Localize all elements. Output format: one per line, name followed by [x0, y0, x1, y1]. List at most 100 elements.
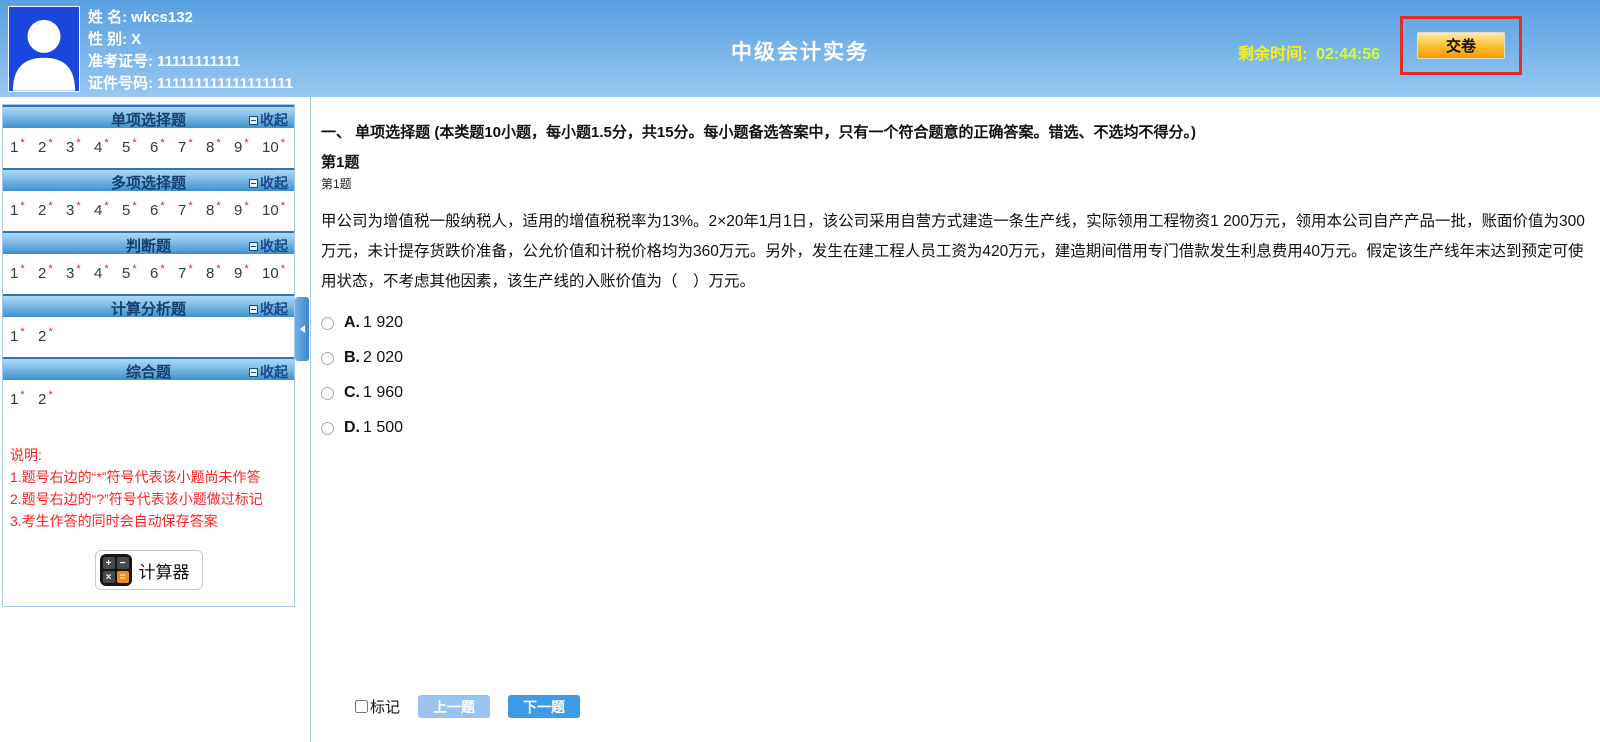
- next-question-button[interactable]: 下一题: [508, 695, 581, 718]
- collapse-link[interactable]: 收起: [249, 236, 288, 256]
- question-link[interactable]: 1 *: [10, 137, 38, 156]
- question-link[interactable]: 7 *: [178, 200, 206, 219]
- option-radio[interactable]: [321, 351, 334, 365]
- unanswered-star: *: [132, 200, 137, 212]
- question-link[interactable]: 5 *: [122, 263, 150, 282]
- question-link[interactable]: 4 *: [94, 263, 122, 282]
- calculator-row: + − × = 计算器: [3, 550, 294, 590]
- unanswered-star: *: [20, 200, 25, 212]
- unanswered-star: *: [48, 389, 53, 401]
- question-link[interactable]: 1 *: [10, 326, 38, 345]
- unanswered-star: *: [76, 137, 81, 149]
- section-question-list: 1 * 2 * 3 * 4 * 5 * 6 * 7 * 8 * 9 * 10 *: [3, 254, 294, 292]
- user-name-label: 姓 名:: [88, 9, 128, 26]
- question-link[interactable]: 8 *: [206, 137, 234, 156]
- question-link[interactable]: 9 *: [234, 200, 262, 219]
- question-link[interactable]: 8 *: [206, 200, 234, 219]
- remaining-time: 剩余时间: 02:44:56: [1238, 40, 1380, 64]
- sidebar-collapse-handle[interactable]: [295, 297, 309, 361]
- mark-question-control[interactable]: 标记: [355, 696, 400, 717]
- calculator-icon: + − × =: [99, 554, 132, 586]
- answer-option-C[interactable]: C. 1 960: [321, 384, 1592, 402]
- unanswered-star: *: [132, 263, 137, 275]
- question-link[interactable]: 6 *: [150, 137, 178, 156]
- collapse-box-icon: [249, 367, 258, 377]
- question-link[interactable]: 1 *: [10, 200, 38, 219]
- question-link[interactable]: 5 *: [122, 137, 150, 156]
- question-link[interactable]: 3 *: [66, 200, 94, 219]
- mark-label: 标记: [370, 699, 401, 716]
- question-link[interactable]: 6 *: [150, 263, 178, 282]
- person-silhouette-icon: [12, 19, 76, 91]
- question-link[interactable]: 10 *: [262, 263, 290, 282]
- unanswered-star: *: [244, 263, 249, 275]
- collapse-label: 收起: [260, 112, 288, 128]
- collapse-box-icon: [249, 178, 258, 188]
- collapse-link[interactable]: 收起: [249, 110, 288, 130]
- option-letter: C.: [344, 384, 360, 401]
- option-text: 1 500: [363, 419, 404, 436]
- collapse-box-icon: [249, 304, 258, 314]
- question-link[interactable]: 2 *: [38, 389, 66, 408]
- section-heading: 一、 单项选择题 (本类题10小题，每小题1.5分，共15分。每小题备选答案中，…: [321, 124, 1197, 141]
- question-link[interactable]: 2 *: [38, 137, 66, 156]
- unanswered-star: *: [20, 326, 25, 338]
- section-header-4: 计算分析题 收起: [3, 294, 294, 319]
- question-link[interactable]: 9 *: [234, 137, 262, 156]
- user-gender-row: 性 别: X: [88, 29, 297, 51]
- mark-checkbox[interactable]: [355, 700, 368, 713]
- submit-paper-button[interactable]: 交卷: [1417, 32, 1505, 59]
- question-link[interactable]: 3 *: [66, 263, 94, 282]
- unanswered-star: *: [216, 200, 221, 212]
- question-link[interactable]: 1 *: [10, 263, 38, 282]
- content-layout: 单项选择题 收起 1 * 2 * 3 * 4 * 5 * 6 * 7 * 8 * 9 * 10 * 多项选择题 收起 1 * 2 * 3…: [0, 97, 1600, 742]
- unanswered-star: *: [188, 137, 193, 149]
- answer-option-D[interactable]: D. 1 500: [321, 419, 1592, 437]
- previous-question-button[interactable]: 上一题: [418, 695, 491, 718]
- question-link[interactable]: 8 *: [206, 263, 234, 282]
- unanswered-star: *: [20, 389, 25, 401]
- question-link[interactable]: 1 *: [10, 389, 38, 408]
- calculator-button[interactable]: + − × = 计算器: [94, 550, 203, 590]
- timer-value: 02:44:56: [1315, 46, 1380, 63]
- question-link[interactable]: 5 *: [122, 200, 150, 219]
- question-link[interactable]: 4 *: [94, 137, 122, 156]
- answer-option-A[interactable]: A. 1 920: [321, 314, 1592, 332]
- submit-highlight-box: 交卷: [1400, 16, 1522, 75]
- section-header-5: 综合题 收起: [3, 357, 294, 382]
- collapse-link[interactable]: 收起: [249, 362, 288, 382]
- question-link[interactable]: 2 *: [38, 263, 66, 282]
- unanswered-star: *: [216, 137, 221, 149]
- collapse-link[interactable]: 收起: [249, 173, 288, 193]
- section-question-list: 1 * 2 *: [3, 317, 294, 355]
- question-link[interactable]: 4 *: [94, 200, 122, 219]
- section-question-list: 1 * 2 * 3 * 4 * 5 * 6 * 7 * 8 * 9 * 10 *: [3, 191, 294, 229]
- timer-label: 剩余时间:: [1238, 46, 1308, 63]
- collapse-link[interactable]: 收起: [249, 299, 288, 319]
- question-link[interactable]: 2 *: [38, 326, 66, 345]
- question-link[interactable]: 2 *: [38, 200, 66, 219]
- option-radio[interactable]: [321, 421, 334, 435]
- question-link[interactable]: 9 *: [234, 263, 262, 282]
- question-link[interactable]: 7 *: [178, 137, 206, 156]
- question-link[interactable]: 3 *: [66, 137, 94, 156]
- option-radio[interactable]: [321, 386, 334, 400]
- user-ticket-label: 准考证号:: [88, 53, 153, 70]
- user-gender-label: 性 别:: [88, 31, 128, 48]
- question-link[interactable]: 7 *: [178, 263, 206, 282]
- section-header-2: 多项选择题 收起: [3, 168, 294, 193]
- unanswered-star: *: [104, 137, 109, 149]
- question-link[interactable]: 10 *: [262, 200, 290, 219]
- unanswered-star: *: [160, 263, 165, 275]
- unanswered-star: *: [160, 200, 165, 212]
- unanswered-star: *: [48, 200, 53, 212]
- question-link[interactable]: 6 *: [150, 200, 178, 219]
- question-link[interactable]: 10 *: [262, 137, 290, 156]
- note-line: 2.题号右边的“?”符号代表该小题做过标记: [10, 491, 263, 507]
- user-name-row: 姓 名: wkcs132: [88, 7, 297, 29]
- collapse-label: 收起: [260, 301, 288, 317]
- unanswered-star: *: [280, 263, 285, 275]
- answer-option-B[interactable]: B. 2 020: [321, 349, 1592, 367]
- unanswered-star: *: [160, 137, 165, 149]
- option-radio[interactable]: [321, 316, 334, 330]
